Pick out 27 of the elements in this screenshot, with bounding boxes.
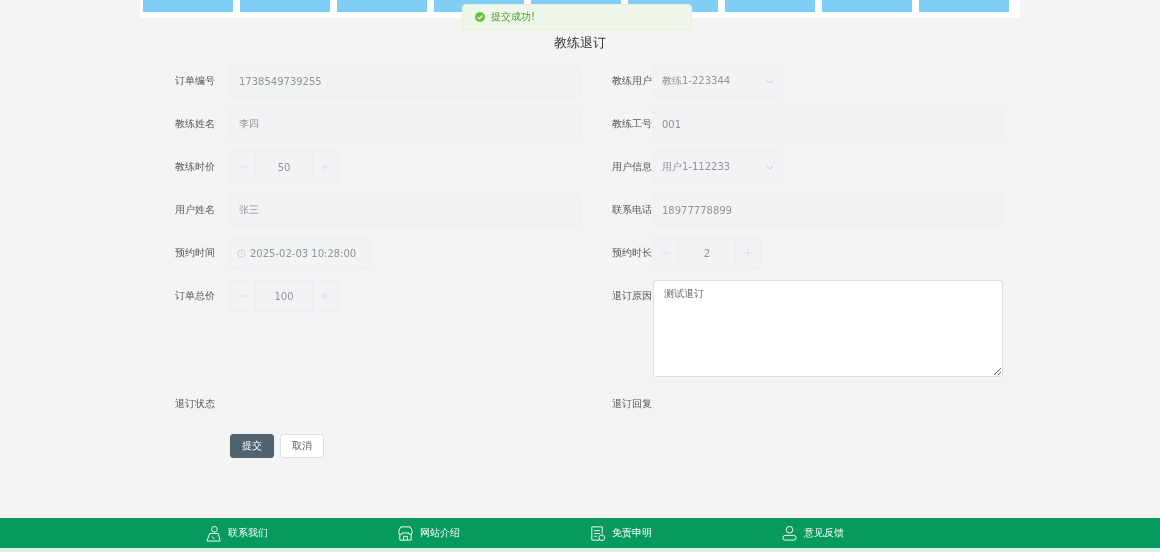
field-label: 订单总价 bbox=[175, 289, 216, 303]
footer-link[interactable]: 联系我们 bbox=[228, 526, 268, 540]
number-value: 50 bbox=[276, 161, 292, 173]
field-label: 退订状态 bbox=[175, 397, 216, 411]
submit-button[interactable]: 提交 bbox=[230, 434, 274, 458]
field-label: 用户姓名 bbox=[175, 203, 216, 217]
field-label: 联系电话 bbox=[612, 203, 653, 217]
field-label: 订单编号 bbox=[175, 74, 216, 88]
footer-link[interactable]: 网站介绍 bbox=[420, 526, 460, 540]
field-label: 教练工号 bbox=[612, 117, 653, 131]
reason-textarea[interactable]: 测试退订 bbox=[653, 280, 1003, 377]
toast-message: 提交成功! bbox=[491, 10, 535, 24]
field-label: 教练时价 bbox=[175, 160, 216, 174]
footer-link[interactable]: 免责申明 bbox=[612, 526, 652, 540]
footer-link[interactable]: 意见反馈 bbox=[804, 526, 844, 540]
select-value: 用户1-112233 bbox=[662, 160, 731, 174]
field-label: 教练用户 bbox=[612, 74, 653, 88]
field-label: 退订原因 bbox=[612, 289, 653, 303]
field-label: 教练姓名 bbox=[175, 117, 216, 131]
field-label: 预约时长 bbox=[612, 246, 653, 260]
field-label: 退订回复 bbox=[612, 397, 653, 411]
field-label: 预约时间 bbox=[175, 246, 216, 260]
cancel-button[interactable]: 取消 bbox=[280, 434, 324, 458]
number-value: 2 bbox=[702, 247, 712, 259]
form-title: 教练退订 bbox=[553, 35, 607, 52]
number-value: 100 bbox=[273, 290, 295, 302]
field-label: 用户信息 bbox=[612, 160, 653, 174]
